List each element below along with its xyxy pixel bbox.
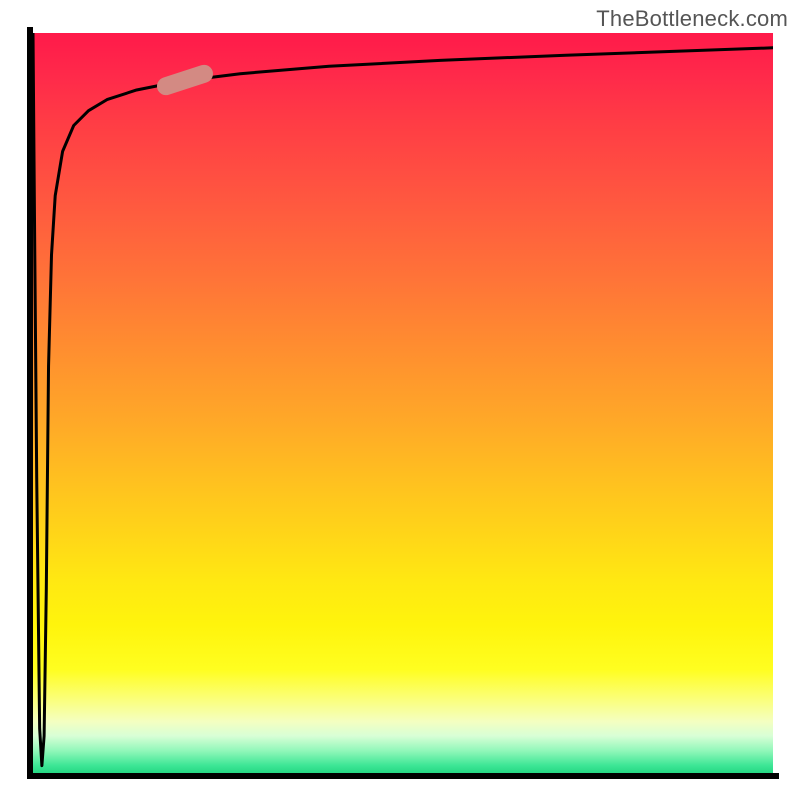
chart-container: TheBottleneck.com	[0, 0, 800, 800]
watermark-text: TheBottleneck.com	[596, 6, 788, 32]
plot-gradient-background	[33, 33, 773, 773]
x-axis	[27, 773, 779, 779]
y-axis	[27, 27, 33, 779]
